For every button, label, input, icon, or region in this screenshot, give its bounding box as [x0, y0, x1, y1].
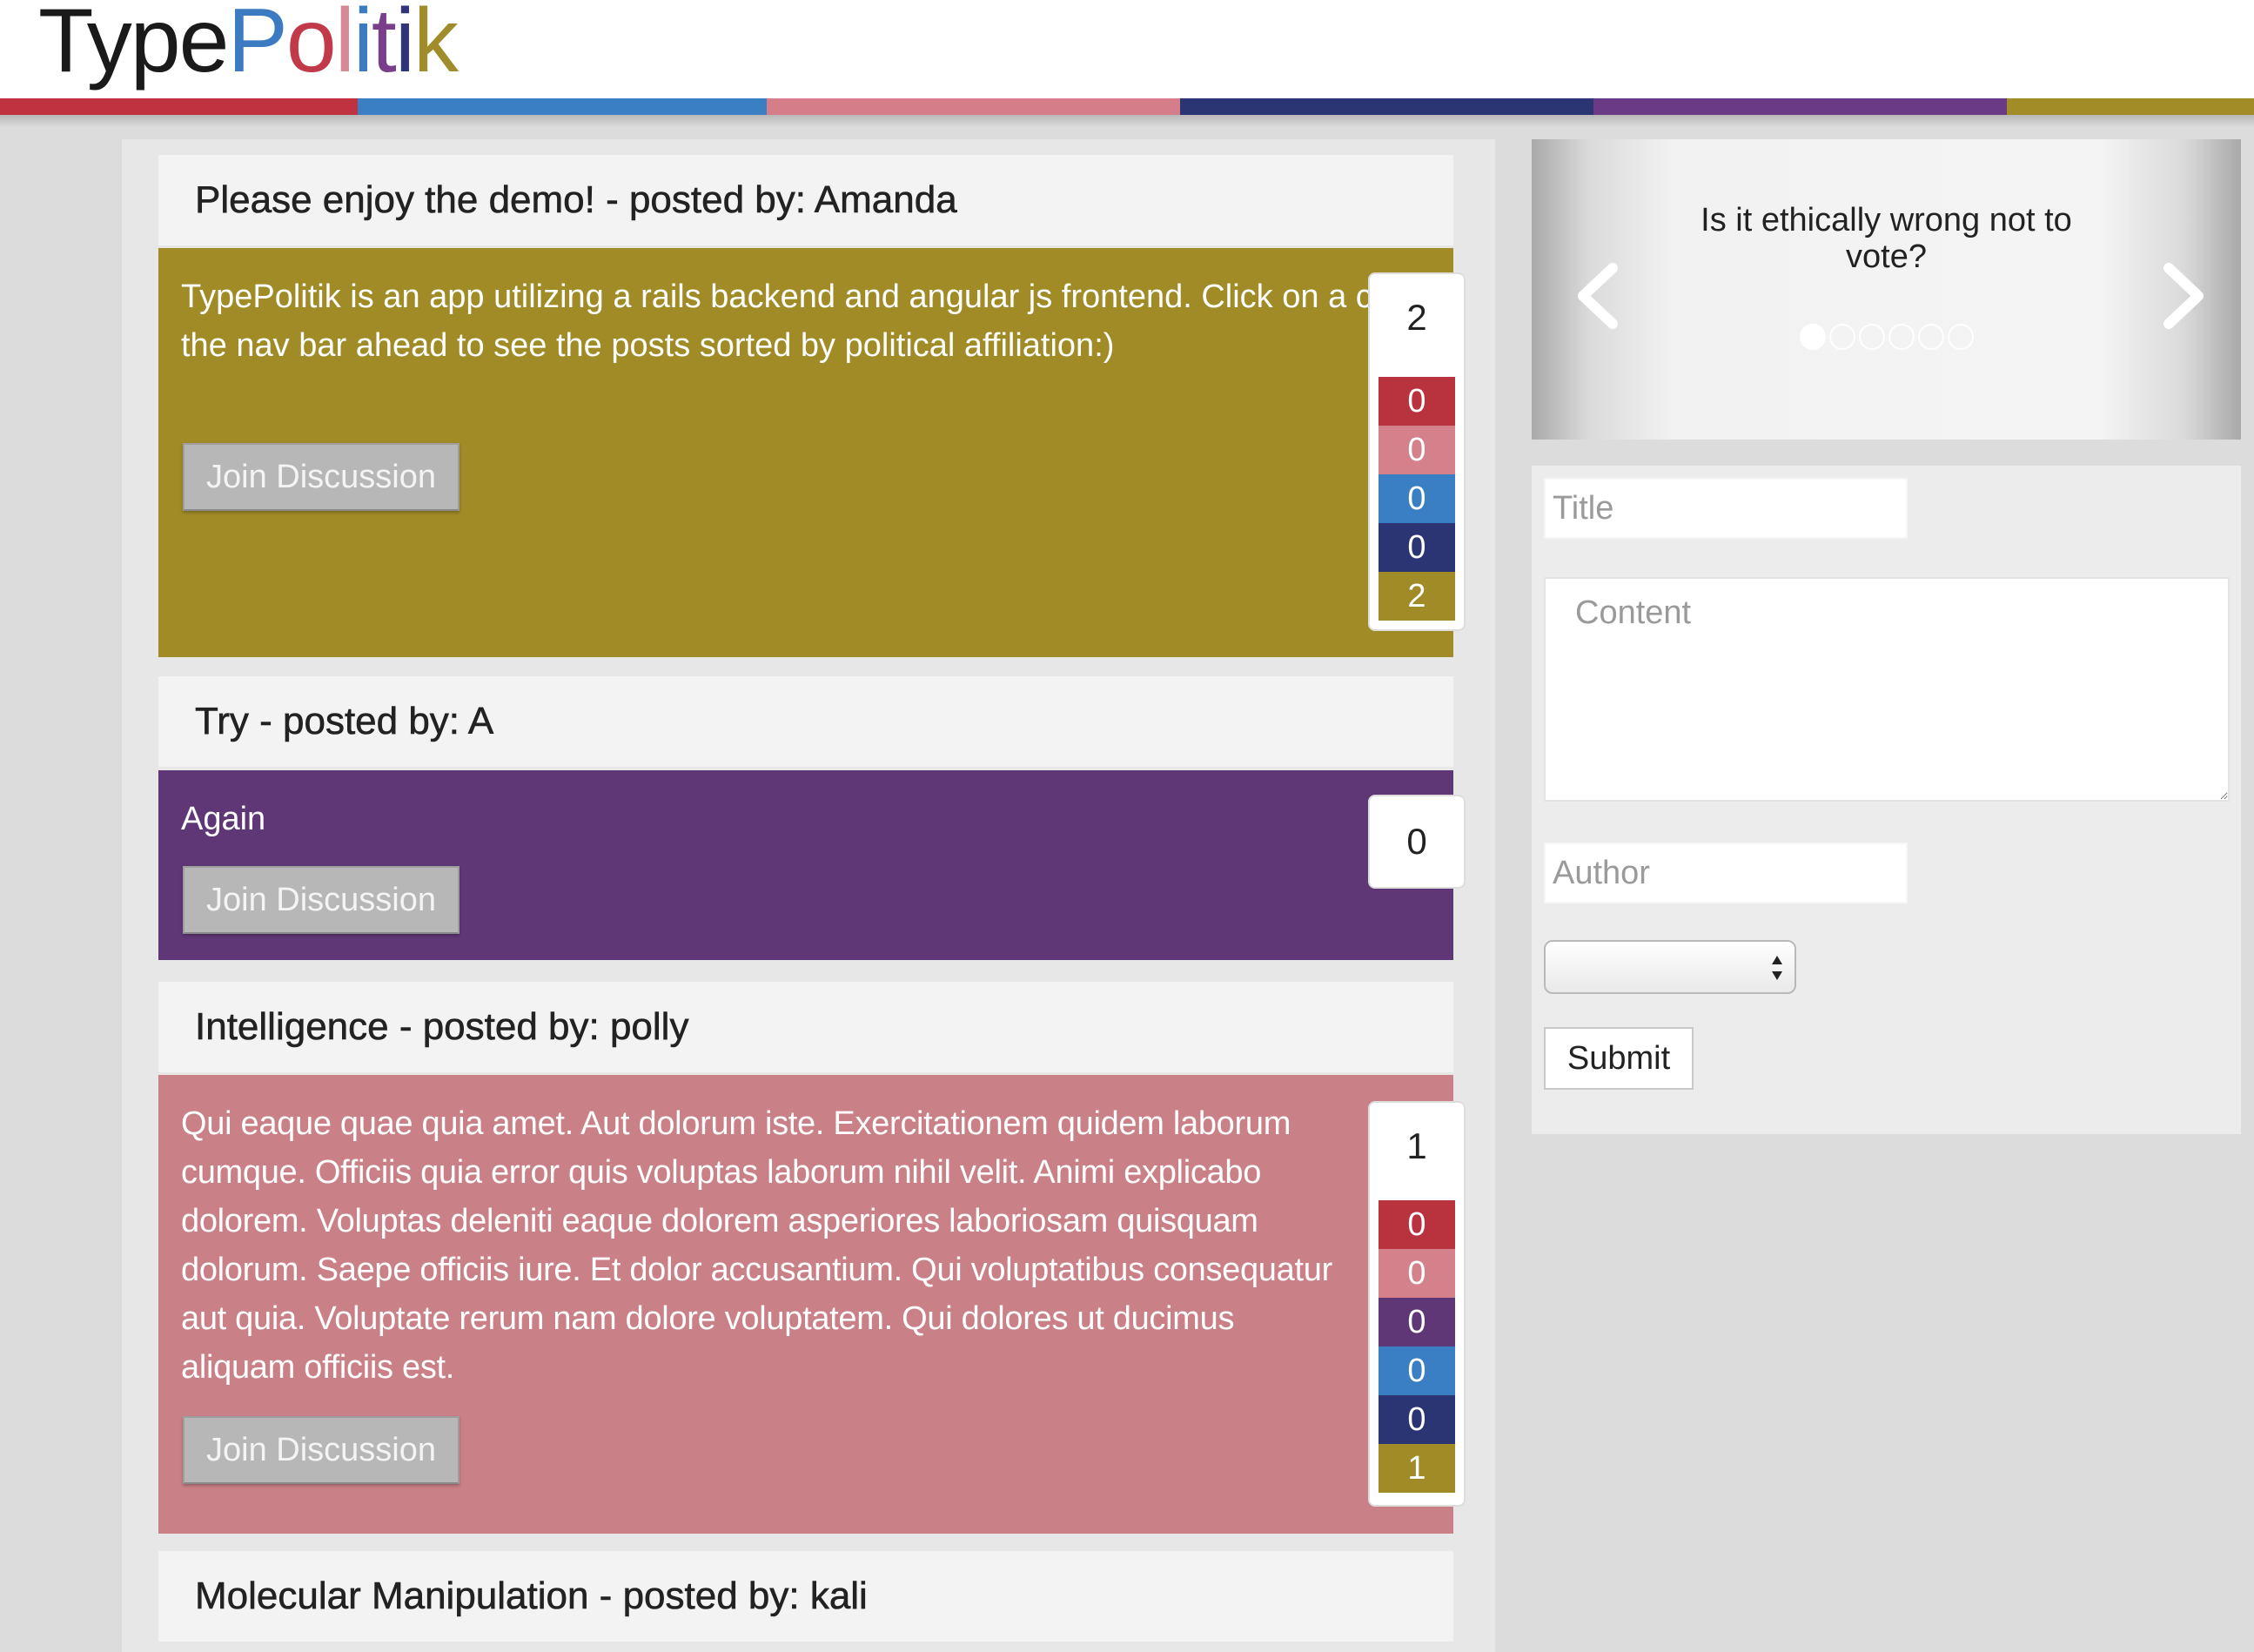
carousel-dot[interactable]: [1859, 324, 1885, 350]
nav-color-blue[interactable]: [358, 98, 767, 115]
affiliation-select[interactable]: [1544, 940, 1796, 994]
vote-cell[interactable]: 0: [1379, 474, 1455, 523]
vote-box: 2 00002: [1368, 272, 1466, 631]
chevron-right-icon[interactable]: [2158, 261, 2210, 331]
carousel-dot[interactable]: [1829, 324, 1855, 350]
vote-cell[interactable]: 2: [1379, 572, 1455, 621]
post-heading: Molecular Manipulation - posted by: kali: [158, 1551, 1453, 1642]
vote-cell[interactable]: 0: [1379, 377, 1455, 426]
nav-color-navy[interactable]: [1180, 98, 1593, 115]
vote-total: 2: [1406, 297, 1427, 338]
join-discussion-button[interactable]: Join Discussion: [183, 866, 460, 934]
color-nav-bar: [0, 98, 2254, 115]
logo-letter: t: [371, 0, 397, 91]
vote-cell[interactable]: 0: [1379, 1249, 1455, 1298]
nav-color-olive[interactable]: [2007, 98, 2254, 115]
vote-total: 1: [1406, 1125, 1427, 1166]
nav-color-red[interactable]: [0, 98, 358, 115]
select-arrows-icon: [1772, 956, 1782, 980]
vote-cell[interactable]: 0: [1379, 523, 1455, 572]
carousel-dot[interactable]: [1800, 324, 1826, 350]
vote-cell[interactable]: 0: [1379, 426, 1455, 474]
post-heading: Please enjoy the demo! - posted by: Aman…: [158, 155, 1453, 245]
post-body-text: TypePolitik is an app utilizing a rails …: [181, 279, 1463, 364]
question-carousel: Is it ethically wrong not to vote?: [1532, 139, 2241, 440]
chevron-left-icon[interactable]: [1571, 261, 1623, 331]
post-body-text: Again: [181, 801, 266, 837]
vote-cell[interactable]: 0: [1379, 1200, 1455, 1249]
carousel-dot[interactable]: [1948, 324, 1974, 350]
logo-letter: P: [227, 0, 287, 91]
app-header: TypePolitik: [0, 0, 2254, 100]
logo-letter: i: [352, 0, 373, 91]
author-input[interactable]: [1544, 843, 1908, 903]
vote-cell[interactable]: 0: [1379, 1395, 1455, 1444]
vote-box: 0: [1368, 795, 1466, 889]
vote-breakdown: 000001: [1379, 1200, 1455, 1493]
nav-color-purple[interactable]: [1593, 98, 2007, 115]
join-discussion-button[interactable]: Join Discussion: [183, 1416, 460, 1484]
nav-color-pink[interactable]: [767, 98, 1180, 115]
new-post-form: Submit: [1532, 466, 2241, 1134]
submit-button[interactable]: Submit: [1544, 1027, 1694, 1090]
post-heading: Intelligence - posted by: polly: [158, 982, 1453, 1072]
carousel-dot[interactable]: [1888, 324, 1915, 350]
vote-breakdown: 00002: [1379, 377, 1455, 621]
post-card: Again Join Discussion 0: [158, 770, 1466, 960]
post-body-text: Qui eaque quae quia amet. Aut dolorum is…: [181, 1105, 1332, 1386]
posts-column: Please enjoy the demo! - posted by: Aman…: [122, 139, 1495, 1652]
logo-letter: l: [334, 0, 355, 91]
vote-cell[interactable]: 0: [1379, 1346, 1455, 1395]
logo-letter: o: [285, 0, 337, 91]
logo-letter: i: [394, 0, 415, 91]
post-card: TypePolitik is an app utilizing a rails …: [158, 248, 1466, 657]
vote-total: 0: [1406, 821, 1427, 862]
nav-shadow: [0, 115, 2254, 127]
logo-letter: y: [86, 0, 132, 91]
vote-cell[interactable]: 0: [1379, 1298, 1455, 1346]
title-input[interactable]: [1544, 478, 1908, 539]
carousel-question: Is it ethically wrong not to vote?: [1701, 202, 2072, 275]
carousel-indicators: [1800, 324, 1974, 350]
content-textarea[interactable]: [1544, 577, 2230, 802]
logo-letter: k: [413, 0, 459, 91]
join-discussion-button[interactable]: Join Discussion: [183, 443, 460, 511]
vote-cell[interactable]: 1: [1379, 1444, 1455, 1493]
vote-box: 1 000001: [1368, 1101, 1466, 1507]
logo-letter: p: [130, 0, 181, 91]
post-heading: Try - posted by: A: [158, 676, 1453, 767]
carousel-dot[interactable]: [1918, 324, 1944, 350]
logo-letter: e: [178, 0, 230, 91]
post-card: Qui eaque quae quia amet. Aut dolorum is…: [158, 1075, 1466, 1534]
app-logo[interactable]: TypePolitik: [38, 0, 459, 91]
logo-letter: T: [38, 0, 89, 91]
